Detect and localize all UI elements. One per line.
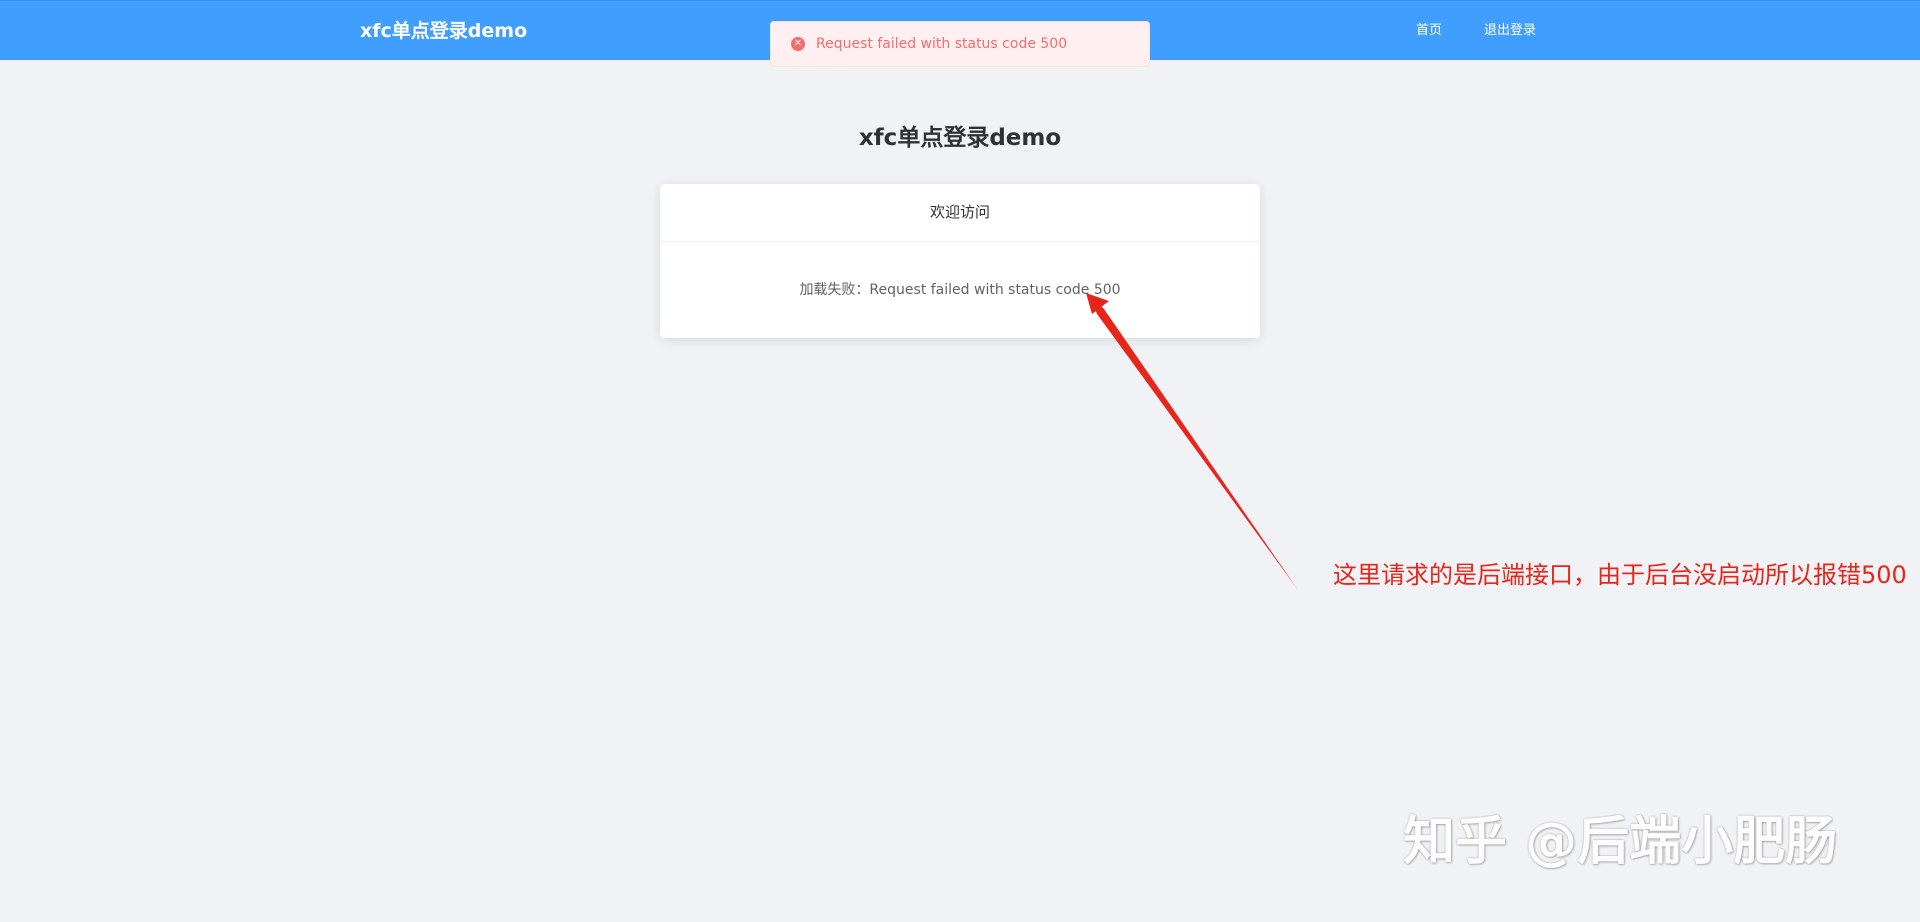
nav-home-link[interactable]: 首页: [1416, 1, 1442, 61]
toast-message: Request failed with status code 500: [816, 36, 1068, 52]
nav-logout-link[interactable]: 退出登录: [1484, 1, 1536, 61]
card-header: 欢迎访问: [660, 184, 1260, 242]
annotation-note: 这里请求的是后端接口，由于后台没启动所以报错500: [1333, 561, 1907, 589]
brand-logo-text[interactable]: xfc单点登录demo: [360, 1, 527, 61]
watermark: 知乎 @后端小肥肠: [1403, 812, 1838, 872]
load-error-message: 加载失败：Request failed with status code 500: [799, 282, 1121, 298]
error-circle-icon: ✕: [791, 37, 805, 51]
page-title: xfc单点登录demo: [858, 125, 1062, 151]
error-toast: ✕ Request failed with status code 500: [770, 21, 1150, 67]
welcome-card: 欢迎访问 加载失败：Request failed with status cod…: [660, 184, 1260, 338]
